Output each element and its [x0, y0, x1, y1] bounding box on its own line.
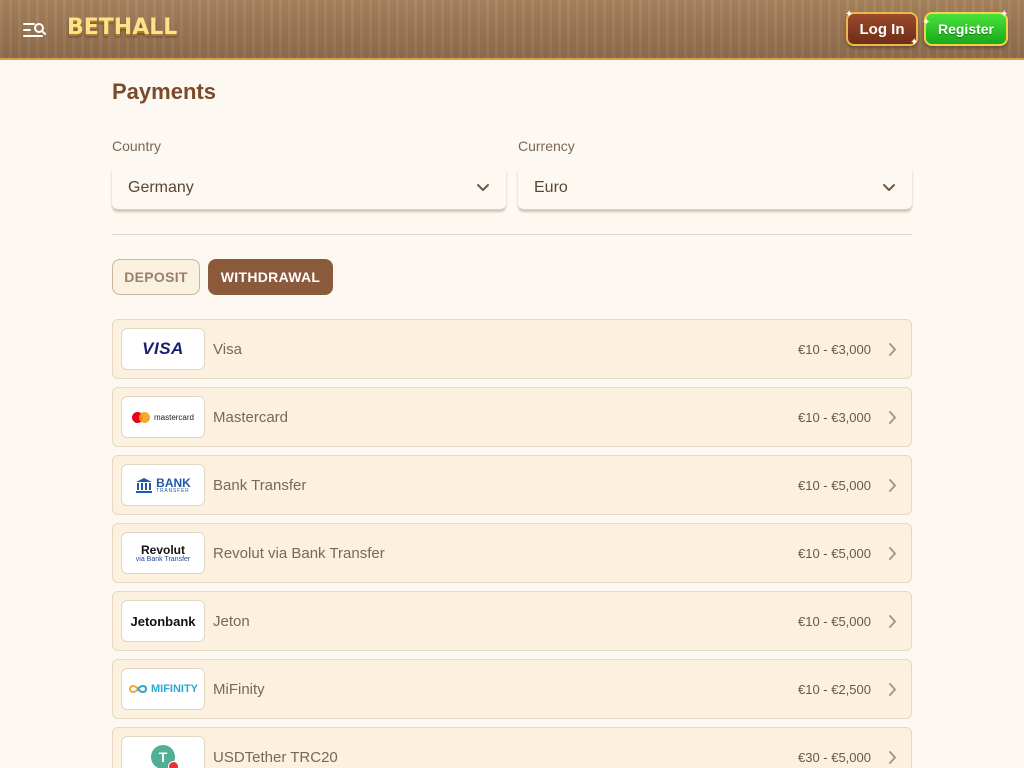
- currency-value: Euro: [534, 178, 568, 196]
- bank-logo-text: BANK: [156, 475, 191, 490]
- sparkle-icon: ✦: [845, 9, 854, 20]
- method-name: Revolut via Bank Transfer: [213, 544, 385, 562]
- revolut-logo-subtext: via Bank Transfer: [135, 555, 191, 563]
- tab-deposit[interactable]: DEPOSIT: [112, 259, 200, 295]
- tether-icon: T: [151, 745, 179, 768]
- site-header: BETHALL Log In ✦ ✦ Register ✦ ✦: [0, 0, 1024, 60]
- payment-method-mifinity[interactable]: MIFINITY MiFinity €10 - €2,500: [112, 659, 912, 719]
- bank-building-icon: [136, 478, 153, 493]
- chevron-right-icon: [889, 343, 896, 356]
- currency-label: Currency: [518, 138, 575, 154]
- register-button[interactable]: Register: [924, 12, 1008, 46]
- method-range: €10 - €3,000: [797, 409, 871, 425]
- currency-select[interactable]: Euro: [518, 166, 912, 210]
- method-range: €10 - €5,000: [797, 613, 871, 629]
- method-name: Visa: [213, 340, 242, 358]
- method-range: €30 - €5,000: [797, 749, 871, 765]
- jeton-logo: Jetonbank: [121, 600, 205, 642]
- country-select[interactable]: Germany: [112, 166, 506, 210]
- revolut-logo: Revolut via Bank Transfer: [121, 532, 205, 574]
- revolut-logo-text: Revolut: [140, 542, 185, 557]
- chevron-down-icon: [477, 183, 489, 191]
- method-range: €10 - €5,000: [797, 477, 871, 493]
- divider: [112, 234, 912, 235]
- sparkle-icon: ✦: [1000, 9, 1009, 20]
- country-value: Germany: [128, 178, 194, 196]
- payment-method-bank-transfer[interactable]: BANK TRANSFER Bank Transfer €10 - €5,000: [112, 455, 912, 515]
- method-range: €10 - €2,500: [797, 681, 871, 697]
- payment-method-jeton[interactable]: Jetonbank Jeton €10 - €5,000: [112, 591, 912, 651]
- method-name: Mastercard: [213, 408, 289, 426]
- method-name: USDTether TRC20: [213, 748, 338, 766]
- payment-method-usdtether-trc20[interactable]: T USDTether TRC20 €30 - €5,000: [112, 727, 912, 768]
- bank-transfer-logo: BANK TRANSFER: [121, 464, 205, 506]
- infinity-icon: [128, 685, 147, 693]
- mastercard-circles-icon: [131, 411, 150, 423]
- method-range: €10 - €3,000: [797, 341, 871, 357]
- chevron-down-icon: [883, 183, 895, 191]
- visa-logo: VISA: [121, 328, 205, 370]
- login-button[interactable]: Log In: [846, 12, 918, 46]
- chevron-right-icon: [889, 411, 896, 424]
- mastercard-logo: mastercard: [121, 396, 205, 438]
- chevron-right-icon: [889, 479, 896, 492]
- sparkle-icon: ✦: [922, 17, 931, 28]
- mastercard-logo-text: mastercard: [153, 412, 194, 422]
- tether-logo-text: T: [158, 749, 168, 765]
- jeton-logo-text: Jetonbank: [130, 613, 196, 629]
- tab-withdrawal[interactable]: WITHDRAWAL: [208, 259, 333, 295]
- payment-method-visa[interactable]: VISA Visa €10 - €3,000: [112, 319, 912, 379]
- payment-method-revolut[interactable]: Revolut via Bank Transfer Revolut via Ba…: [112, 523, 912, 583]
- mifinity-logo: MIFINITY: [121, 668, 205, 710]
- chevron-right-icon: [889, 751, 896, 764]
- chevron-right-icon: [889, 683, 896, 696]
- menu-search-icon[interactable]: [22, 20, 46, 40]
- page-title: Payments: [112, 79, 216, 104]
- mifinity-logo-text: MIFINITY: [150, 683, 199, 695]
- payment-method-mastercard[interactable]: mastercard Mastercard €10 - €3,000: [112, 387, 912, 447]
- tether-logo: T: [121, 736, 205, 768]
- site-logo[interactable]: BETHALL: [67, 15, 177, 45]
- method-name: MiFinity: [213, 680, 265, 698]
- chevron-right-icon: [889, 547, 896, 560]
- chevron-right-icon: [889, 615, 896, 628]
- country-label: Country: [112, 138, 162, 154]
- payment-method-list: VISA Visa €10 - €3,000 mastercard Master…: [112, 319, 912, 768]
- method-name: Jeton: [213, 612, 250, 630]
- visa-logo-text: VISA: [142, 339, 184, 358]
- method-name: Bank Transfer: [213, 476, 307, 494]
- sparkle-icon: ✦: [910, 37, 919, 48]
- tron-badge-icon: [168, 761, 179, 768]
- method-range: €10 - €5,000: [797, 545, 871, 561]
- bank-logo-subtext: TRANSFER: [156, 487, 190, 494]
